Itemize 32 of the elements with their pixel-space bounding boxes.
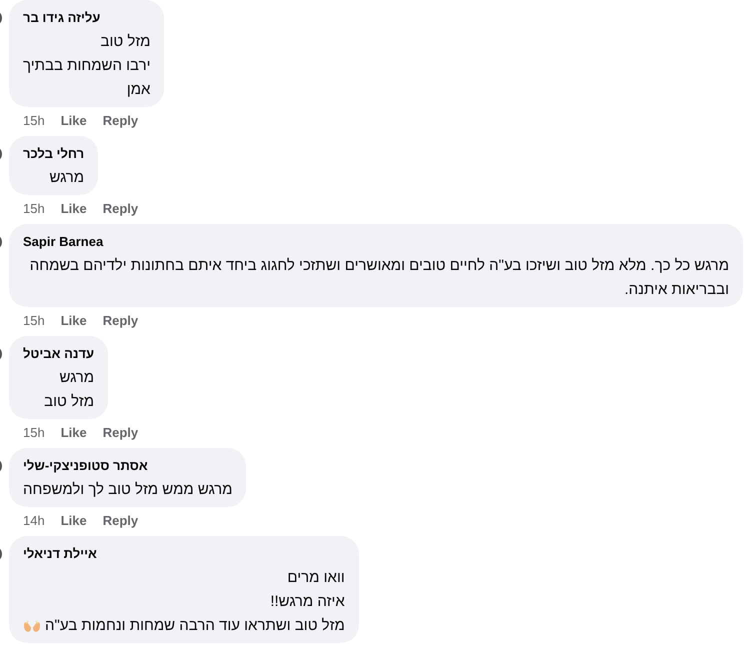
author-name[interactable]: רחלי בלכר [23,145,84,163]
comment-text: מרגש [50,168,84,188]
reply-link[interactable]: Reply [102,513,138,529]
like-link[interactable]: Like [60,201,87,217]
like-link[interactable]: Like [60,425,87,441]
like-link[interactable]: Like [60,513,87,529]
reply-link[interactable]: Reply [102,425,138,441]
comment-text: מרגש [60,368,94,388]
like-link[interactable]: Like [60,113,87,129]
timestamp[interactable]: 15h [23,313,45,329]
reply-link[interactable]: Reply [102,201,138,217]
author-name[interactable]: עליזה גידו בר [23,9,150,27]
comment-text: מרגש כל כך. מלא מזל טוב ושיזכו בע"ה לחיים טובים ומאושרים ושתזכי לחגוג ביחד איתם בחתונות ילדיהם בשמחה ובבריאות איתנה. [28,256,729,300]
comment-text: איזה מרגש!! [270,592,345,612]
reply-link[interactable]: Reply [102,113,138,129]
comment-text: אמן [126,80,150,100]
comment-text: מזל טוב [100,32,150,52]
comment-text: מרגש ממש מזל טוב לך ולמשפחה [23,480,232,500]
timestamp[interactable]: 14h [23,513,45,529]
comment-text: ירבו השמחות בבתיך [23,56,150,76]
timestamp[interactable]: 15h [23,425,45,441]
timestamp[interactable]: 15h [23,113,45,129]
timestamp[interactable]: 15h [23,201,45,217]
author-name[interactable]: איילת דניאלי [23,545,345,563]
comment-text: מזל טוב ושתראו עוד הרבה שמחות ונחמות בע"ה [45,616,345,636]
author-name[interactable]: אסתר סטופניצקי-שלי [23,457,232,475]
comment-text: מזל טוב [44,392,94,412]
comment-text: וואו מרים [287,568,345,588]
author-name[interactable]: עדנה אביטל [23,345,94,363]
reply-link[interactable]: Reply [102,313,138,329]
like-link[interactable]: Like [60,313,87,329]
author-name[interactable]: Sapir Barnea [23,233,729,251]
